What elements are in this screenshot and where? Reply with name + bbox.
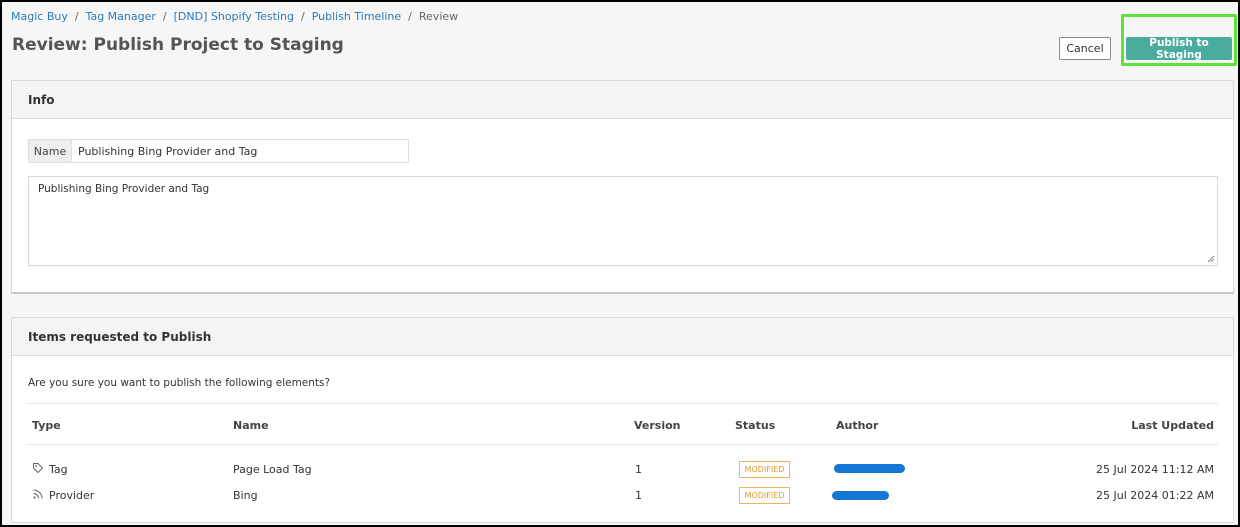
author-redacted [834,464,905,473]
breadcrumb-separator: / [300,10,305,23]
breadcrumb-tag-manager[interactable]: Tag Manager [86,10,156,23]
column-header-last-updated: Last Updated [1131,419,1214,432]
resize-handle-icon[interactable] [1207,255,1215,263]
items-panel: Items requested to Publish Are you sure … [11,317,1234,523]
name-input-group: Name Publishing Bing Provider and Tag [28,139,409,163]
items-panel-header: Items requested to Publish [12,318,1233,356]
row-type: Tag [49,463,68,476]
breadcrumb-magic-buy[interactable]: Magic Buy [11,10,68,23]
status-badge: MODIFIED [739,487,790,504]
column-header-name: Name [233,419,269,432]
cancel-button[interactable]: Cancel [1059,37,1111,60]
name-label: Name [29,140,72,162]
row-last-updated: 25 Jul 2024 01:22 AM [1096,489,1214,502]
column-header-status: Status [735,419,776,432]
breadcrumb-separator: / [74,10,79,23]
breadcrumb-project[interactable]: [DND] Shopify Testing [174,10,294,23]
app-frame: Magic Buy / Tag Manager / [DND] Shopify Test… [0,0,1240,527]
description-text: Publishing Bing Provider and Tag [38,183,210,195]
breadcrumb-publish-timeline[interactable]: Publish Timeline [312,10,401,23]
tag-icon [33,463,44,474]
author-redacted [832,491,889,500]
row-last-updated: 25 Jul 2024 11:12 AM [1096,463,1214,476]
row-version: 1 [635,489,642,502]
breadcrumb: Magic Buy / Tag Manager / [DND] Shopify Test… [11,10,458,24]
row-name: Bing [233,489,258,502]
column-header-author: Author [836,419,879,432]
info-panel: Info Name Publishing Bing Provider and T… [11,80,1234,294]
breadcrumb-separator: / [162,10,167,23]
breadcrumb-current: Review [418,10,459,23]
rss-icon [33,489,43,499]
column-header-version: Version [634,419,681,432]
column-header-type: Type [32,419,61,432]
description-textarea[interactable]: Publishing Bing Provider and Tag [28,176,1218,266]
row-version: 1 [635,463,642,476]
breadcrumb-separator: / [408,10,412,23]
status-badge: MODIFIED [739,461,790,478]
publish-prompt: Are you sure you want to publish the fol… [28,377,331,389]
publish-to-staging-button[interactable]: Publish to Staging [1126,37,1232,61]
name-input[interactable]: Publishing Bing Provider and Tag [72,140,408,162]
row-name: Page Load Tag [233,463,312,476]
table-header-divider [28,444,1218,445]
info-panel-header: Info [12,81,1233,119]
page-title: Review: Publish Project to Staging [12,35,344,55]
table-divider [28,403,1218,404]
row-type: Provider [49,489,95,502]
